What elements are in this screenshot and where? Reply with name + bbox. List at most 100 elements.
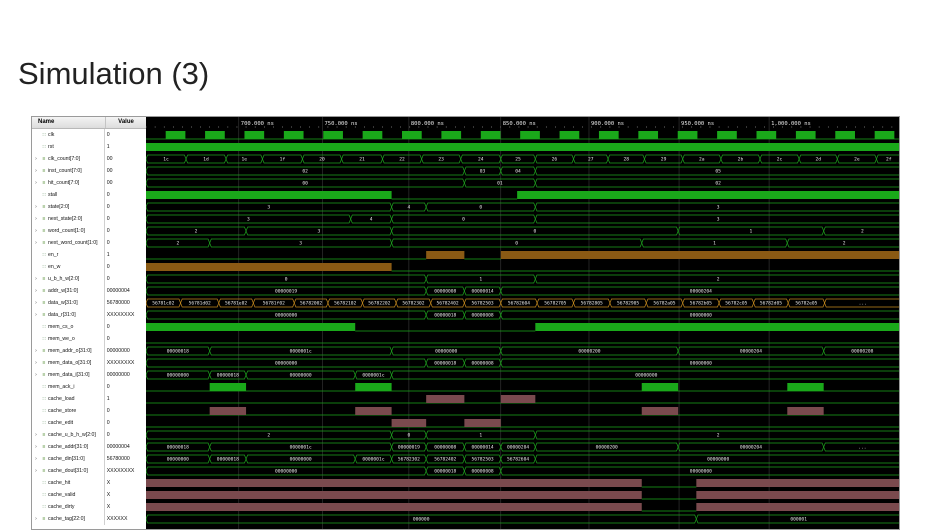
bus-value-label: 3 <box>717 217 720 223</box>
bus-value-label: 27 <box>588 157 594 163</box>
signal-row[interactable]: ∷ mem_cs_o 0 <box>32 321 146 333</box>
expand-chevron-icon[interactable]: › <box>32 204 40 210</box>
signal-value: 56780000 <box>106 300 130 306</box>
signal-row[interactable]: › ≡ next_word_count[1:0] 0 <box>32 237 146 249</box>
signal-value: 00000000 <box>106 348 130 354</box>
bus-value-label: 22 <box>399 157 405 163</box>
clock-high-pulse <box>638 131 659 139</box>
signal-row[interactable]: ∷ cache_edit 0 <box>32 417 146 429</box>
signal-row[interactable]: ∷ mem_ack_i 0 <box>32 381 146 393</box>
bus-value-label: 56782302 <box>402 301 424 307</box>
bus-signal-icon: ≡ <box>42 216 46 222</box>
bus-value-label: 29 <box>661 157 667 163</box>
expand-chevron-icon[interactable]: › <box>32 432 40 438</box>
bus-signal-icon: ≡ <box>42 348 46 354</box>
signal-row[interactable]: › ≡ inst_count[7:0] 00 <box>32 165 146 177</box>
signal-row[interactable]: › ≡ mem_addr_o[31:0] 00000000 <box>32 345 146 357</box>
bus-value-label: 2c <box>777 157 783 163</box>
bus-signal-icon: ≡ <box>42 360 46 366</box>
signal-pulse <box>391 419 427 427</box>
signal-label: clk <box>48 132 55 138</box>
bus-value-label: 1 <box>479 433 482 439</box>
bus-value-label: 00000000 <box>707 457 729 463</box>
signal-row[interactable]: › ≡ data_w[31:0] 56780000 <box>32 297 146 309</box>
name-column-header[interactable]: Name <box>32 117 106 128</box>
expand-chevron-icon[interactable]: › <box>32 288 40 294</box>
expand-chevron-icon[interactable]: › <box>32 276 40 282</box>
signal-name: › ≡ hit_count[7:0] <box>32 177 105 189</box>
signal-row[interactable]: ∷ cache_dirty X <box>32 501 146 513</box>
signal-row[interactable]: ∷ stall 0 <box>32 189 146 201</box>
expand-chevron-icon[interactable]: › <box>32 312 40 318</box>
expand-chevron-icon[interactable]: › <box>32 348 40 354</box>
signal-row[interactable]: › ≡ next_state[2:0] 0 <box>32 213 146 225</box>
signal-value: 0 <box>106 204 110 210</box>
bus-value-label: 3 <box>267 205 270 211</box>
bus-value-label: ... <box>859 302 867 307</box>
signal-row[interactable]: › ≡ state[2:0] 0 <box>32 201 146 213</box>
signal-row[interactable]: ∷ cache_store 0 <box>32 405 146 417</box>
signal-row[interactable]: ∷ cache_load 1 <box>32 393 146 405</box>
signal-name: › ≡ inst_count[7:0] <box>32 165 105 177</box>
bus-value-label: 4 <box>407 205 410 211</box>
signal-label: mem_we_o <box>48 336 75 342</box>
expand-chevron-icon[interactable]: › <box>32 372 40 378</box>
signal-row[interactable]: › ≡ addr_w[31:0] 00000004 <box>32 285 146 297</box>
signal-value: XXXXXXXX <box>106 312 135 318</box>
signal-row[interactable]: › ≡ cache_dout[31:0] XXXXXXXX <box>32 465 146 477</box>
signal-row[interactable]: › ≡ cache_u_b_h_w[2:0] 0 <box>32 429 146 441</box>
time-tick-label: 800.000 ns <box>411 121 444 127</box>
expand-chevron-icon[interactable]: › <box>32 156 40 162</box>
expand-chevron-icon[interactable]: › <box>32 456 40 462</box>
signal-row[interactable]: › ≡ word_count[1:0] 0 <box>32 225 146 237</box>
signal-value: 00 <box>106 168 113 174</box>
expand-chevron-icon[interactable]: › <box>32 444 40 450</box>
bus-value-label: 56782102 <box>334 301 356 307</box>
bus-value-label: 2a <box>699 157 705 163</box>
signal-row[interactable]: › ≡ cache_tag[22:0] XXXXXX <box>32 513 146 525</box>
expand-chevron-icon[interactable]: › <box>32 180 40 186</box>
signal-row[interactable]: › ≡ data_r[31:0] XXXXXXXX <box>32 309 146 321</box>
expand-chevron-icon[interactable]: › <box>32 516 40 522</box>
signal-row[interactable]: ∷ cache_valid X <box>32 489 146 501</box>
expand-chevron-icon[interactable]: › <box>32 168 40 174</box>
bus-value-label: 56781d02 <box>189 301 211 307</box>
bit-signal-icon: ∷ <box>42 336 46 342</box>
signal-name: › ≡ word_count[1:0] <box>32 225 105 237</box>
signal-row[interactable]: ∷ en_r 1 <box>32 249 146 261</box>
signal-row[interactable]: ∷ clk 0 <box>32 129 146 141</box>
bus-value-label: 00000000 <box>690 313 712 319</box>
value-column-header[interactable]: Value <box>106 117 146 128</box>
signal-row[interactable]: › ≡ hit_count[7:0] 00 <box>32 177 146 189</box>
expand-chevron-icon[interactable]: › <box>32 360 40 366</box>
expand-chevron-icon[interactable]: › <box>32 228 40 234</box>
signal-row[interactable]: › ≡ u_b_h_w[2:0] 0 <box>32 273 146 285</box>
signal-name: › ≡ cache_tag[22:0] <box>32 513 105 525</box>
bus-signal-icon: ≡ <box>42 456 46 462</box>
bus-value-label: 1 <box>750 229 753 235</box>
bus-value-label: 2 <box>861 229 864 235</box>
signal-pulse <box>355 383 392 391</box>
signal-row[interactable]: › ≡ clk_count[7:0] 00 <box>32 153 146 165</box>
expand-chevron-icon[interactable]: › <box>32 216 40 222</box>
bit-signal-icon: ∷ <box>42 192 46 198</box>
waveform-canvas[interactable]: 700.000 ns 750.000 ns 800.000 ns 850.000 ns… <box>146 117 900 530</box>
signal-row[interactable]: ∷ en_w 0 <box>32 261 146 273</box>
expand-chevron-icon[interactable]: › <box>32 240 40 246</box>
signal-row[interactable]: ∷ rst 1 <box>32 141 146 153</box>
signal-row[interactable]: › ≡ mem_data_i[31:0] 00000000 <box>32 369 146 381</box>
bus-value-label: 56782604 <box>507 457 529 463</box>
bus-value-label: 28 <box>624 157 630 163</box>
signal-value: 00000000 <box>106 372 130 378</box>
bus-signal-icon: ≡ <box>42 312 46 318</box>
signal-row[interactable]: ∷ mem_we_o 0 <box>32 333 146 345</box>
signal-row[interactable]: › ≡ cache_addr[31:0] 00000004 <box>32 441 146 453</box>
signal-row[interactable]: › ≡ mem_data_o[31:0] XXXXXXXX <box>32 357 146 369</box>
signal-row[interactable]: ∷ cache_hit X <box>32 477 146 489</box>
expand-chevron-icon[interactable]: › <box>32 300 40 306</box>
signal-row[interactable]: › ≡ cache_din[31:0] 56780000 <box>32 453 146 465</box>
bus-value-label: 00000200 <box>578 349 600 355</box>
signal-name: ∷ mem_cs_o <box>32 321 105 333</box>
signal-high <box>535 323 899 331</box>
expand-chevron-icon[interactable]: › <box>32 468 40 474</box>
